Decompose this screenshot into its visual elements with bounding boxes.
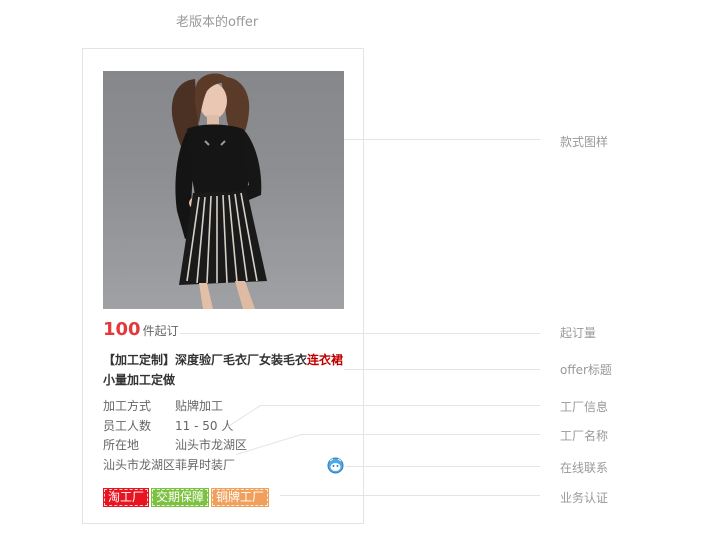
- leader-line-style: [344, 139, 540, 140]
- info-key: 员工人数: [103, 418, 152, 433]
- leader-line-cert: [280, 495, 540, 496]
- leader-line-title: [344, 369, 540, 370]
- annotation-online-contact: 在线联系: [560, 461, 609, 475]
- info-value: 贴牌加工: [175, 399, 224, 413]
- annotation-moq: 起订量: [560, 326, 597, 340]
- badge-bronze-factory[interactable]: 铜牌工厂: [211, 488, 270, 507]
- leader-line-contact: [346, 466, 540, 467]
- badge-taogongchang[interactable]: 淘工厂: [103, 488, 150, 507]
- certification-badges: 淘工厂 交期保障 铜牌工厂: [103, 486, 271, 507]
- product-image[interactable]: [103, 71, 344, 309]
- model-illustration: [171, 73, 267, 309]
- info-value: 11 - 50 人: [175, 418, 234, 433]
- leader-line-moq: [180, 333, 540, 334]
- info-row-location: 所在地 汕头市龙湖区: [103, 436, 348, 456]
- page-title: 老版本的offer: [176, 15, 259, 30]
- info-value: 汕头市龙湖区: [175, 438, 248, 452]
- factory-info: 加工方式 贴牌加工 员工人数 11 - 50 人 所在地 汕头市龙湖区 汕头市龙湖区菲…: [103, 397, 348, 475]
- moq-price: 100 件起订: [103, 319, 179, 341]
- offer-card[interactable]: 100 件起订 【加工定制】深度验厂毛衣厂女装毛衣连衣裙 小量加工定做 加工方式 贴…: [82, 48, 364, 524]
- annotation-factory-name: 工厂名称: [560, 429, 609, 443]
- offer-title-highlight: 连衣裙: [307, 353, 344, 367]
- leader-line-info: [260, 405, 540, 406]
- moq-unit: 件起订: [142, 324, 179, 338]
- offer-title[interactable]: 【加工定制】深度验厂毛衣厂女装毛衣连衣裙 小量加工定做: [103, 350, 353, 390]
- annotation-style-image: 款式图样: [560, 135, 609, 149]
- factory-name[interactable]: 汕头市龙湖区菲昇时装厂: [103, 456, 348, 476]
- leader-line-name: [300, 434, 540, 435]
- offer-title-suffix: 小量加工定做: [103, 373, 176, 387]
- offer-title-prefix: 【加工定制】深度验厂毛衣厂女装毛衣: [103, 353, 308, 367]
- info-row-process: 加工方式 贴牌加工: [103, 397, 348, 417]
- annotation-business-cert: 业务认证: [560, 491, 609, 505]
- badge-delivery-guarantee[interactable]: 交期保障: [151, 488, 210, 507]
- annotation-factory-info: 工厂信息: [560, 400, 609, 414]
- wangwang-chat-icon[interactable]: [327, 457, 344, 474]
- moq-amount: 100: [103, 319, 141, 340]
- info-key: 所在地: [103, 438, 140, 452]
- info-key: 加工方式: [103, 399, 152, 413]
- annotation-offer-title: offer标题: [560, 363, 612, 377]
